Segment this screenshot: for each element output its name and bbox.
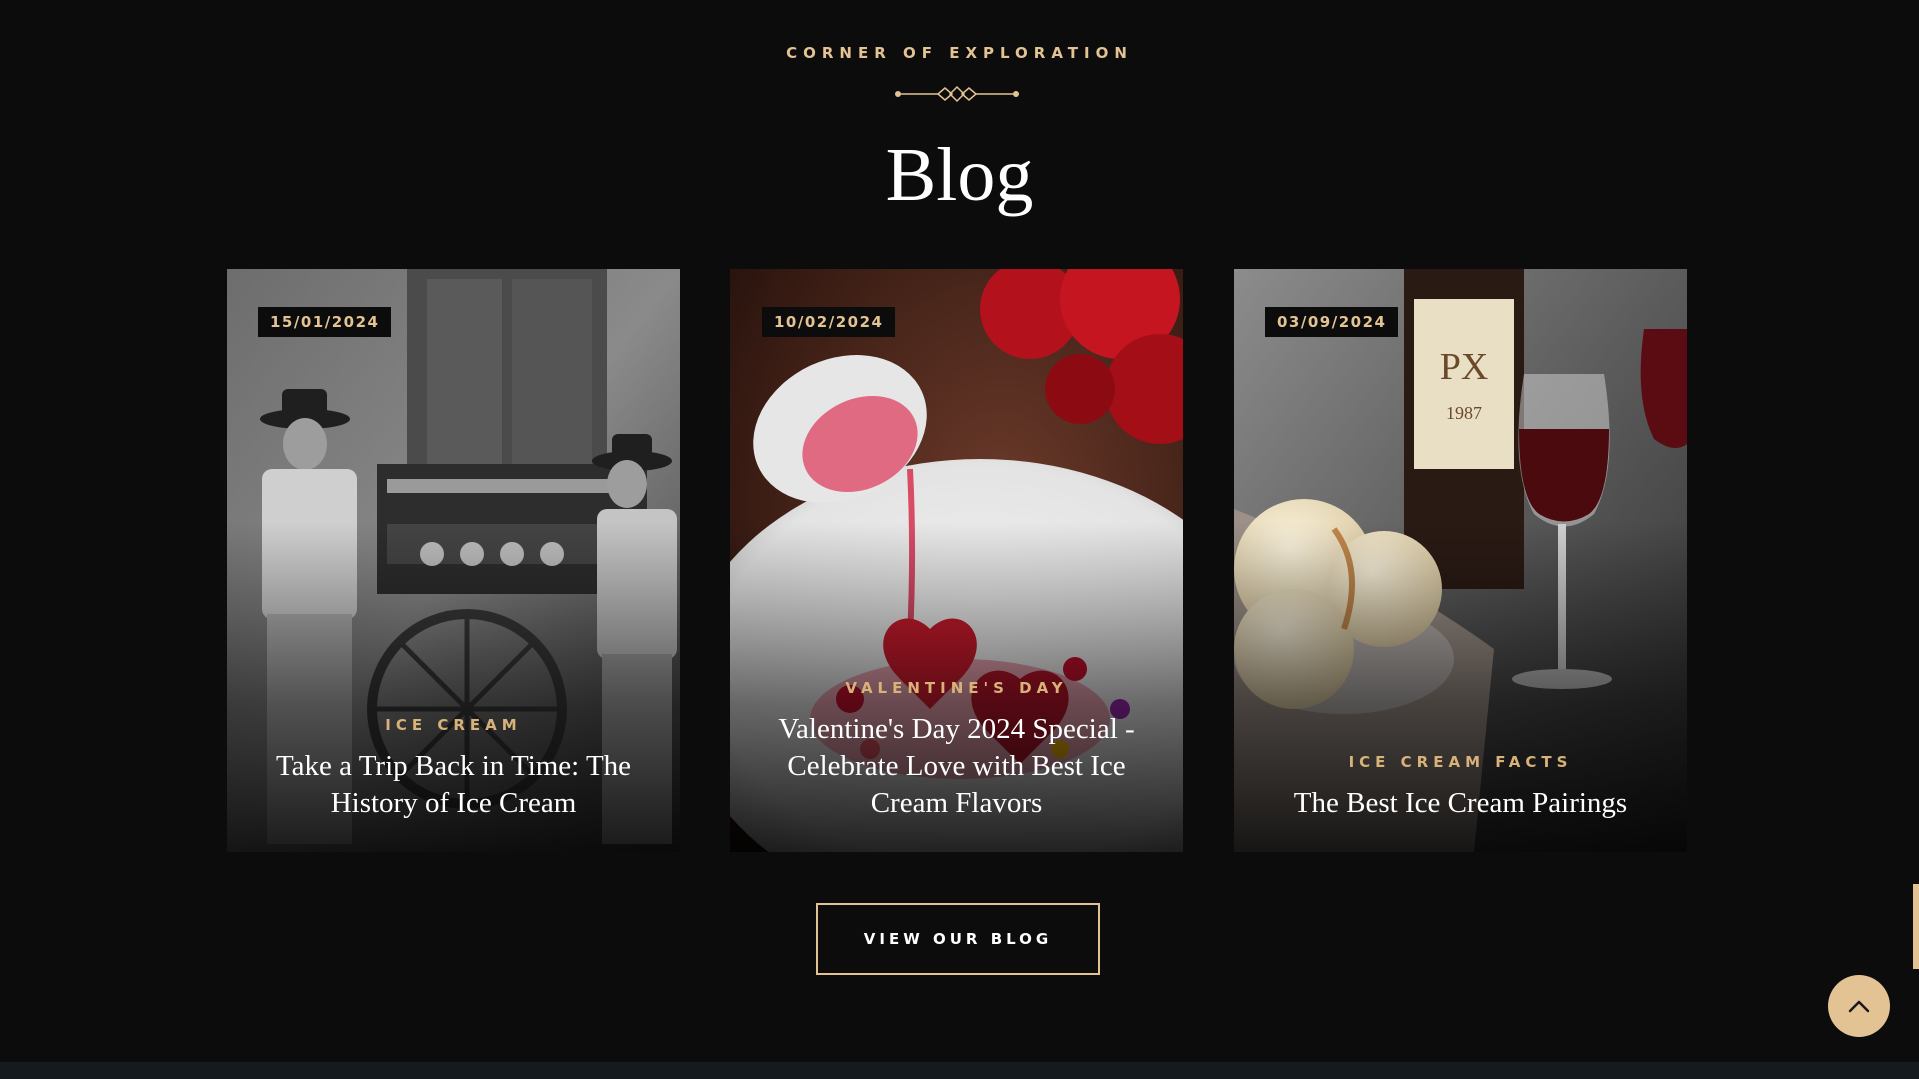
svg-text:1987: 1987 xyxy=(1446,403,1482,423)
post-date-badge: 15/01/2024 xyxy=(258,307,392,337)
post-title[interactable]: Take a Trip Back in Time: The History of… xyxy=(247,748,660,822)
scroll-to-top-button[interactable] xyxy=(1828,975,1890,1037)
blog-card[interactable]: 10/02/2024 VALENTINE'S DAY Valentine's D… xyxy=(730,269,1183,852)
svg-text:PX: PX xyxy=(1440,346,1489,388)
chevron-up-icon xyxy=(1848,1000,1870,1013)
post-date-badge: 03/09/2024 xyxy=(1265,307,1399,337)
post-title[interactable]: The Best Ice Cream Pairings xyxy=(1254,785,1667,822)
blog-cards: 15/01/2024 ICE CREAM Take a Trip Back in… xyxy=(227,269,1687,852)
card-text: VALENTINE'S DAY Valentine's Day 2024 Spe… xyxy=(750,679,1163,822)
view-blog-button[interactable]: VIEW OUR BLOG xyxy=(816,903,1100,975)
card-text: ICE CREAM Take a Trip Back in Time: The … xyxy=(247,716,660,822)
section-eyebrow: CORNER OF EXPLORATION xyxy=(786,44,1133,62)
scrollbar-thumb[interactable] xyxy=(1913,884,1919,969)
post-category[interactable]: ICE CREAM FACTS xyxy=(1254,753,1667,771)
diamond-divider-icon xyxy=(895,85,1019,103)
blog-section: CORNER OF EXPLORATION Blog 15/01/2024 IC… xyxy=(0,0,1919,1062)
post-category[interactable]: VALENTINE'S DAY xyxy=(750,679,1163,697)
post-date-badge: 10/02/2024 xyxy=(762,307,896,337)
blog-card[interactable]: 15/01/2024 ICE CREAM Take a Trip Back in… xyxy=(227,269,680,852)
card-text: ICE CREAM FACTS The Best Ice Cream Pairi… xyxy=(1254,753,1667,822)
post-title[interactable]: Valentine's Day 2024 Special - Celebrate… xyxy=(750,711,1163,822)
section-title: Blog xyxy=(885,133,1034,217)
blog-card[interactable]: PX 1987 03/09/2024 ICE CREAM FACTS The B… xyxy=(1234,269,1687,852)
post-category[interactable]: ICE CREAM xyxy=(247,716,660,734)
footer-strip xyxy=(0,1062,1919,1079)
